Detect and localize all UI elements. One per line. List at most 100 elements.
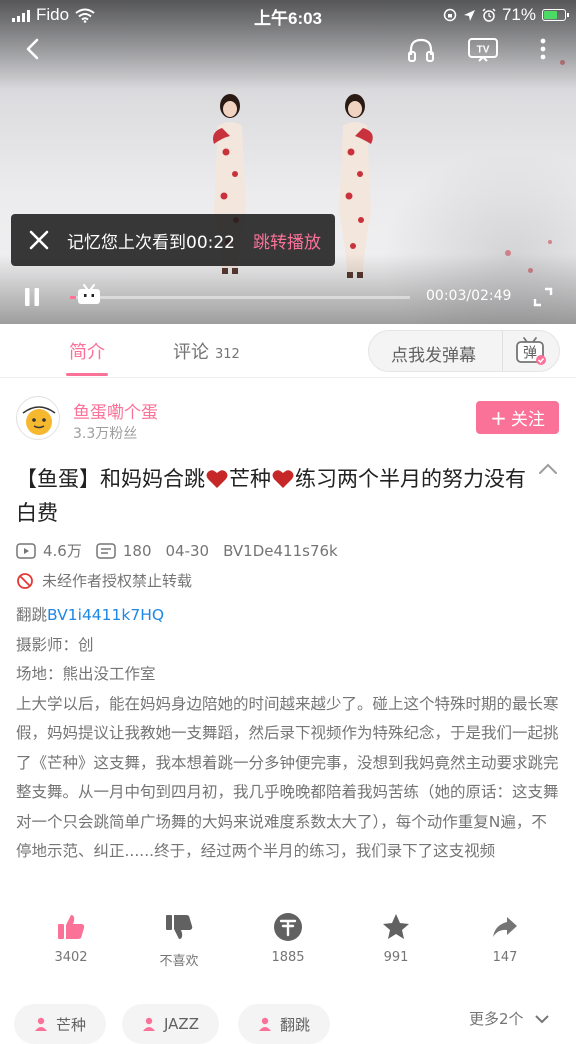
favorite-button[interactable]: 991 xyxy=(356,910,436,965)
danmaku-placeholder: 点我发弹幕 xyxy=(391,346,476,366)
thumbs-down-icon xyxy=(166,915,193,939)
active-tab-indicator xyxy=(66,373,108,376)
pause-icon xyxy=(25,288,39,306)
coin-count: 1885 xyxy=(271,950,305,965)
tag-person-icon xyxy=(259,1017,271,1031)
heart-emoji-icon xyxy=(206,470,228,488)
uploader-name[interactable]: 鱼蛋嘞个蛋 xyxy=(73,398,158,423)
playback-time: 00:03/02:49 xyxy=(426,288,512,304)
tab-intro[interactable]: 简介 xyxy=(69,338,105,364)
share-count: 147 xyxy=(492,950,518,965)
tab-intro-label: 简介 xyxy=(69,342,105,363)
like-button[interactable]: 3402 xyxy=(31,910,111,965)
desc-photographer: 摄影师：创 xyxy=(16,635,94,654)
bv-id: BV1De411s76k xyxy=(223,541,338,560)
pause-button[interactable] xyxy=(18,282,46,312)
audio-mode-button[interactable] xyxy=(404,34,438,66)
resume-message: 记忆您上次看到00:22 xyxy=(67,232,235,253)
uploader-fans: 3.3万粉丝 xyxy=(73,426,138,442)
danmaku-count-icon xyxy=(96,542,116,559)
uploader-avatar[interactable] xyxy=(16,396,60,440)
play-count-icon xyxy=(16,542,36,559)
prohibited-icon xyxy=(17,572,33,589)
danmaku-count: 180 xyxy=(122,541,152,560)
danmaku-icon-label: 弹 xyxy=(523,346,537,362)
comments-count: 312 xyxy=(215,347,240,362)
tag-label: 翻跳 xyxy=(280,1015,311,1034)
alarm-clock-icon xyxy=(482,8,496,22)
send-danmaku-input[interactable]: 点我发弹幕 弹 xyxy=(368,330,560,372)
action-bar: 3402 不喜欢 1885 991 147 xyxy=(0,910,576,970)
more-tags-label: 更多2个 xyxy=(469,1010,524,1028)
tv-cast-icon: TV xyxy=(468,38,498,62)
chevron-down-icon xyxy=(534,1014,549,1023)
favorite-count: 991 xyxy=(383,950,409,965)
progress-bar[interactable] xyxy=(70,296,410,299)
close-icon xyxy=(29,230,49,250)
like-count: 3402 xyxy=(54,950,88,965)
battery-level-fill xyxy=(544,11,557,19)
desc-fanjump-prefix: 翻跳 xyxy=(16,606,48,624)
coin-button[interactable]: 1885 xyxy=(248,910,328,965)
video-title: 【鱼蛋】和妈妈合跳 芒种 练习两个半月的努力没有白费 xyxy=(16,462,536,530)
plus-icon: + xyxy=(490,405,507,430)
share-button[interactable]: 147 xyxy=(465,910,545,965)
tv-cast-button[interactable]: TV xyxy=(464,33,502,65)
rotation-lock-icon xyxy=(443,8,457,22)
tab-comments-label: 评论 xyxy=(173,342,209,363)
resume-playback-toast: 记忆您上次看到00:22 跳转播放 xyxy=(11,214,335,266)
tag-chip[interactable]: 翻跳 xyxy=(238,1004,331,1044)
tag-person-icon xyxy=(143,1017,155,1031)
progress-thumb-tv-icon[interactable] xyxy=(76,284,102,306)
egg-avatar-icon xyxy=(18,398,59,439)
fullscreen-icon xyxy=(533,287,553,307)
dislike-label: 不喜欢 xyxy=(159,954,199,969)
tag-person-icon xyxy=(35,1017,47,1031)
thumbs-up-icon xyxy=(58,915,85,939)
video-stats: 4.6万 180 04-30 BV1De411s76k xyxy=(16,540,352,561)
tag-row: 芒种 JAZZ 翻跳 更多2个 xyxy=(0,1000,576,1044)
collapse-chevron-up-icon[interactable] xyxy=(538,462,558,476)
desc-venue: 场地：熊出没工作室 xyxy=(16,665,156,683)
danmaku-divider xyxy=(502,331,503,371)
star-icon xyxy=(383,914,409,939)
title-text-1: 【鱼蛋】和妈妈合跳 xyxy=(16,467,205,491)
battery-icon xyxy=(542,9,569,21)
video-player[interactable]: Fido 上午6:03 71% TV 记忆您上次看到00:22 跳转播放 00:… xyxy=(0,0,576,324)
svg-text:TV: TV xyxy=(477,45,490,56)
copyright-notice: 未经作者授权禁止转载 xyxy=(16,570,192,591)
share-arrow-icon xyxy=(493,917,517,937)
heart-emoji-icon xyxy=(272,470,294,488)
location-arrow-icon xyxy=(463,9,475,21)
title-text-2: 芒种 xyxy=(229,467,271,491)
tag-label: 芒种 xyxy=(56,1015,87,1034)
detail-tab-bar: 简介 评论 312 点我发弹幕 弹 xyxy=(0,324,576,378)
tag-chip[interactable]: 芒种 xyxy=(14,1004,107,1044)
headphones-icon xyxy=(408,38,434,62)
follow-label: 关注 xyxy=(510,410,545,430)
follow-button[interactable]: + 关注 xyxy=(476,401,559,434)
desc-body: 上大学以后，能在妈妈身边陪她的时间越来越少了。碰上这个特殊时期的最长寒假，妈妈提… xyxy=(16,694,559,861)
danmaku-toggle-icon[interactable]: 弹 xyxy=(515,336,547,366)
view-count: 4.6万 xyxy=(43,542,82,560)
desc-bv-link[interactable]: BV1i4411k7HQ xyxy=(47,606,164,624)
tag-chip[interactable]: JAZZ xyxy=(122,1004,219,1044)
back-icon xyxy=(26,38,39,60)
more-vertical-icon xyxy=(540,38,546,60)
jump-to-position-link[interactable]: 跳转播放 xyxy=(253,228,321,253)
battery-percent: 71% xyxy=(501,5,536,24)
fullscreen-button[interactable] xyxy=(530,284,556,310)
tag-label: JAZZ xyxy=(164,1015,199,1033)
back-button[interactable] xyxy=(18,34,46,64)
more-options-button[interactable] xyxy=(532,34,554,64)
video-description: 翻跳BV1i4411k7HQ 摄影师：创 场地：熊出没工作室 上大学以后，能在妈… xyxy=(16,601,561,867)
publish-date: 04-30 xyxy=(165,541,210,560)
desc-fanjump-line: 翻跳BV1i4411k7HQ xyxy=(16,601,561,631)
more-tags-button[interactable]: 更多2个 xyxy=(469,1008,550,1029)
dislike-button[interactable]: 不喜欢 xyxy=(139,910,219,969)
dismiss-toast-button[interactable] xyxy=(11,214,67,266)
status-bar: Fido 上午6:03 71% xyxy=(0,0,576,30)
tab-comments[interactable]: 评论 312 xyxy=(173,338,240,364)
coin-icon xyxy=(274,913,302,941)
copyright-text: 未经作者授权禁止转载 xyxy=(42,572,193,590)
